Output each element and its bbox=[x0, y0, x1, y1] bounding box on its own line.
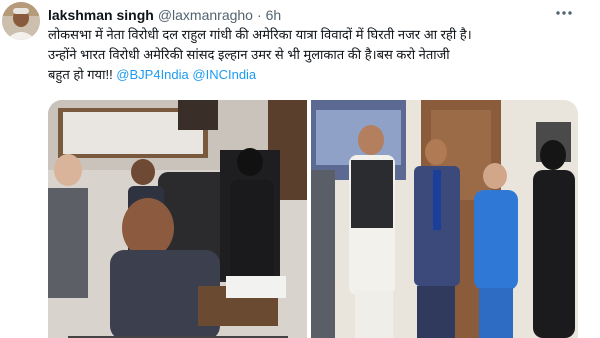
author-name[interactable]: lakshman singh bbox=[48, 7, 154, 23]
tweet-text-fragment: बहुत हो गया!! bbox=[48, 67, 117, 82]
mention-link-incindia[interactable]: @INCIndia bbox=[192, 67, 256, 82]
more-horizontal-icon[interactable] bbox=[554, 3, 574, 23]
tweet-header: lakshman singh @laxmanragho · 6h bbox=[48, 6, 281, 24]
meeting-photo[interactable] bbox=[48, 100, 307, 338]
tweet-media[interactable] bbox=[48, 100, 578, 338]
tweet-text-line: उन्होंने भारत विरोधी अमेरिकी सांसद इल्हा… bbox=[48, 47, 450, 62]
avatar[interactable] bbox=[2, 2, 40, 40]
separator-dot: · bbox=[256, 7, 262, 23]
tweet-text: लोकसभा में नेता विरोधी दल राहुल गांधी की… bbox=[48, 25, 578, 85]
tweet-time[interactable]: 6h bbox=[266, 7, 282, 23]
author-handle[interactable]: @laxmanragho bbox=[158, 7, 253, 23]
tweet-text-line: लोकसभा में नेता विरोधी दल राहुल गांधी की… bbox=[48, 27, 472, 42]
tweet-text-line: बहुत हो गया!! @BJP4India @INCIndia bbox=[48, 65, 578, 85]
mention-link-bjp4india[interactable]: @BJP4India bbox=[116, 67, 188, 82]
group-photo[interactable] bbox=[311, 100, 578, 338]
